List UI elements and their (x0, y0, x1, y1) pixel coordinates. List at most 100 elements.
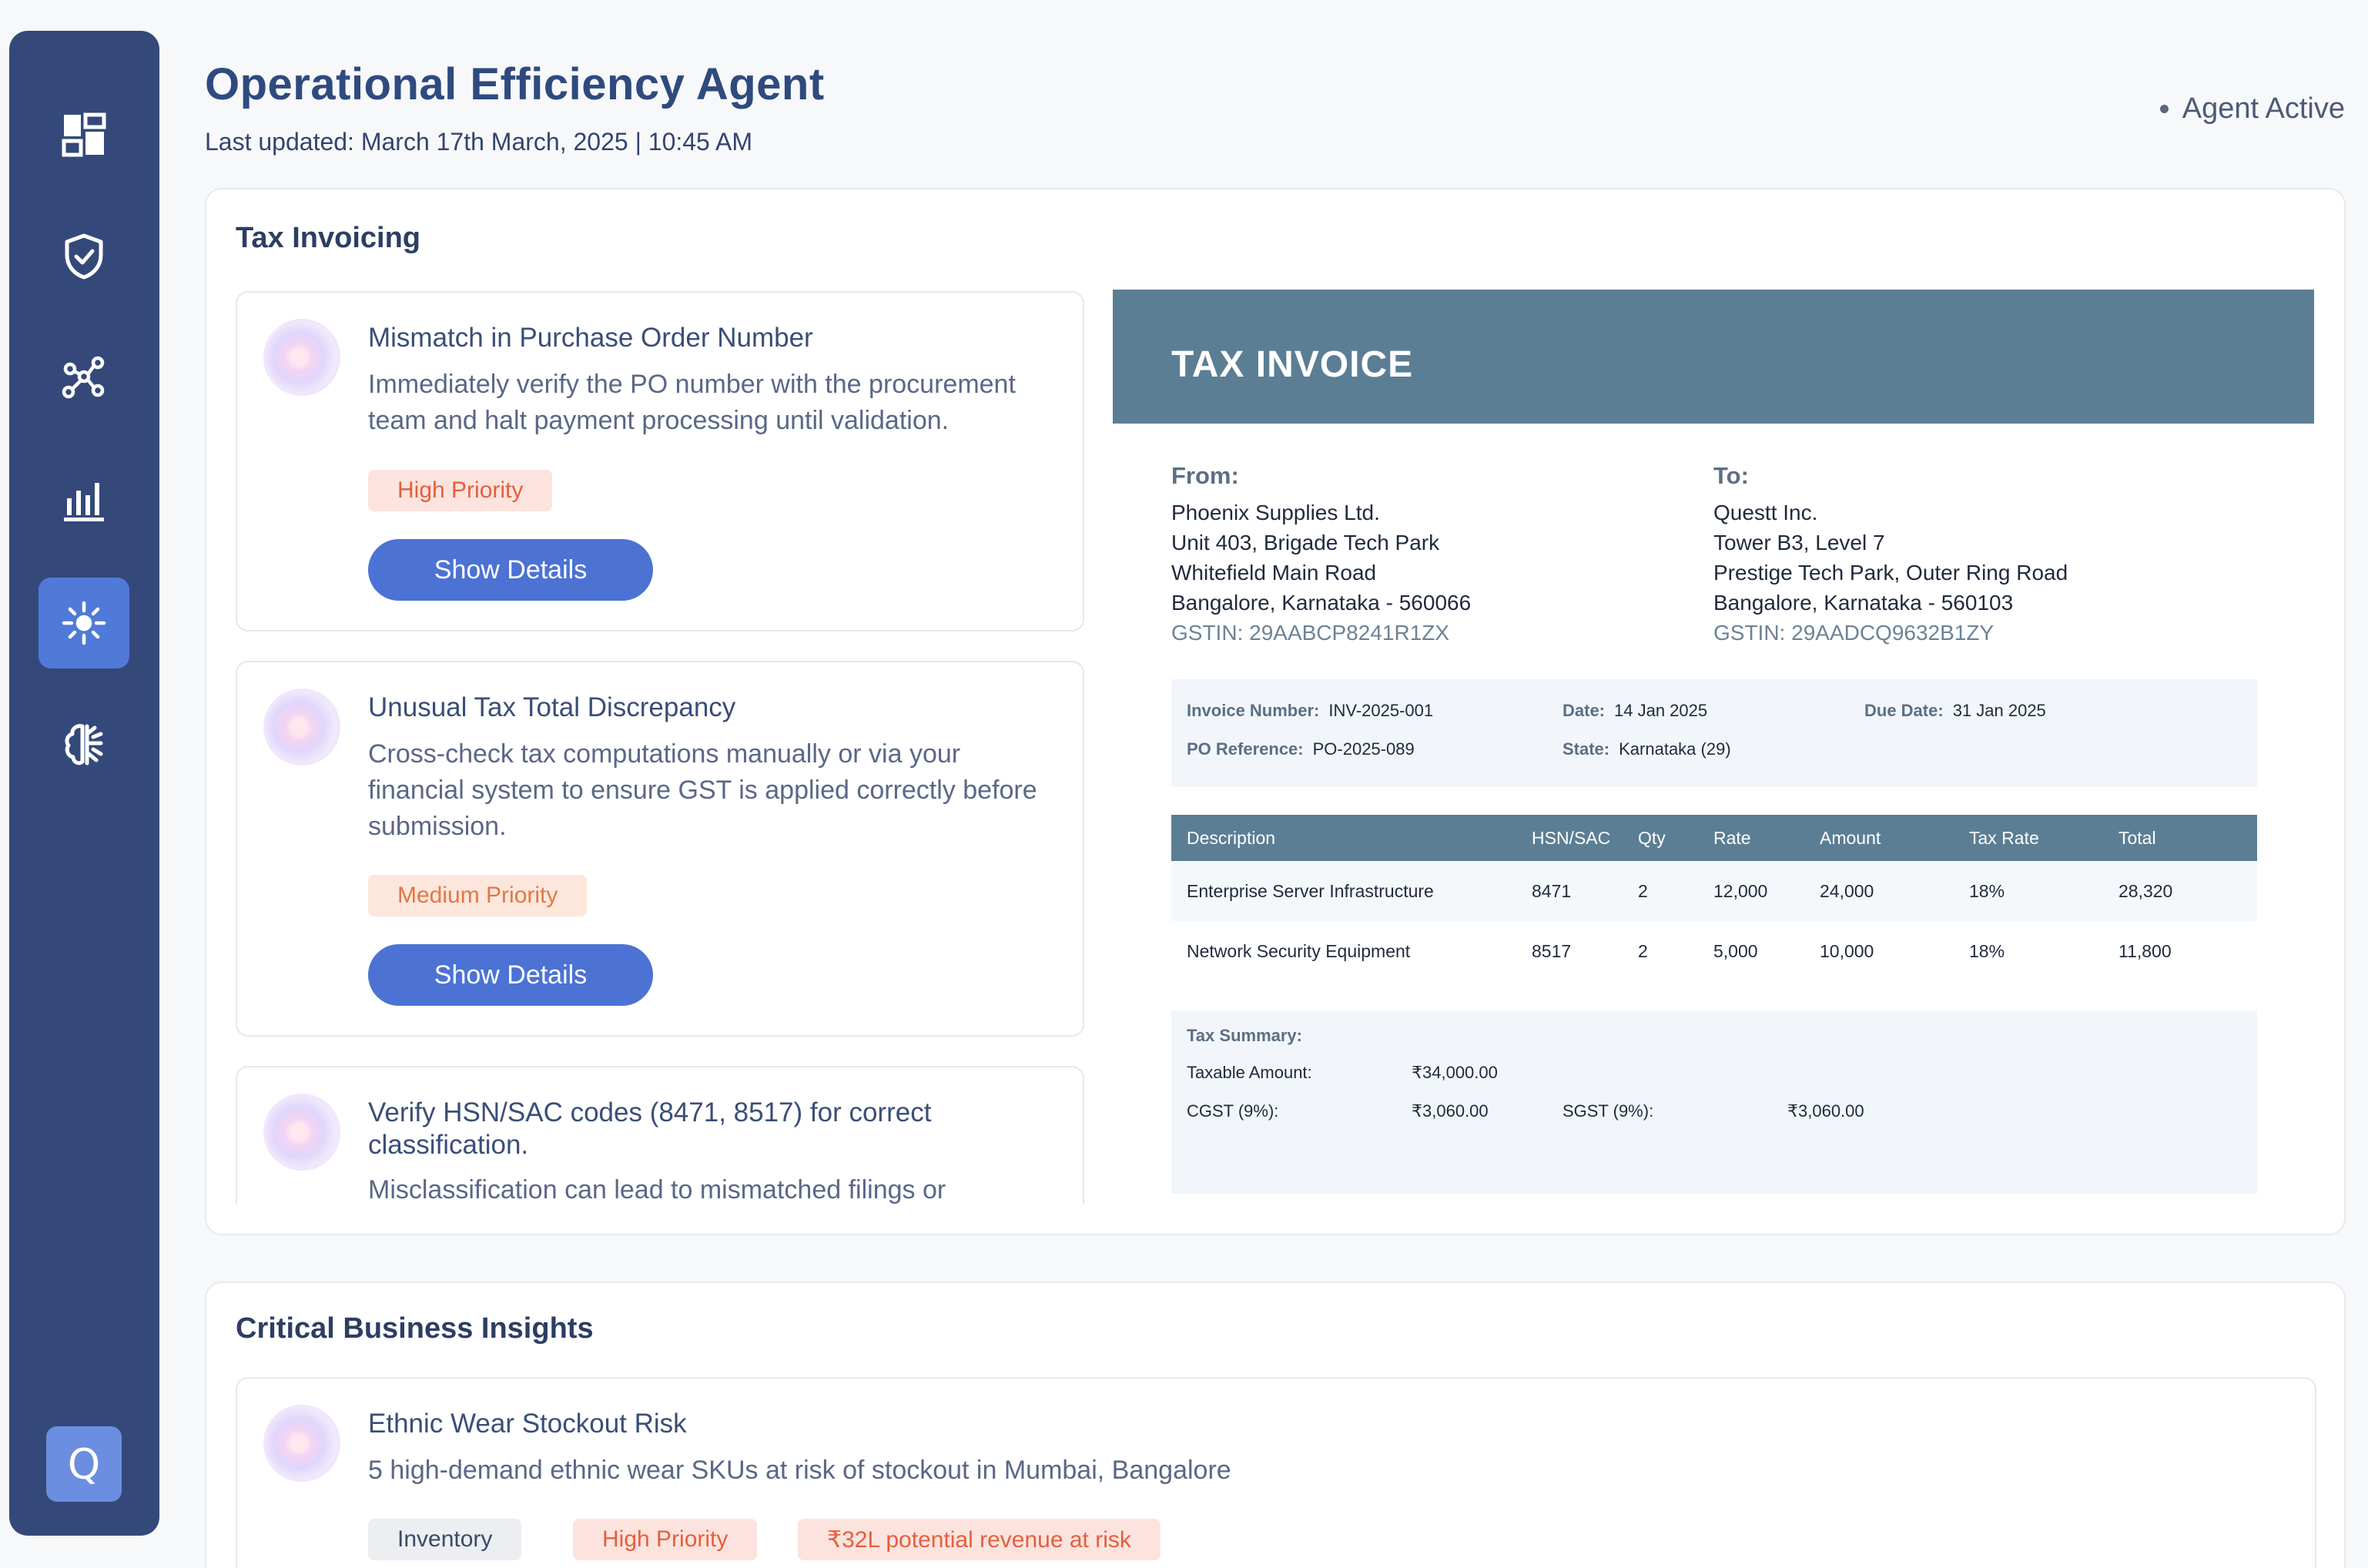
meta-date: Date: 14 Jan 2025 (1562, 701, 1708, 720)
table-cell: Network Security Equipment (1187, 940, 1411, 961)
category-tag: Inventory (368, 1519, 522, 1560)
nav-analytics[interactable] (39, 454, 129, 545)
table-cell: 12,000 (1713, 880, 1768, 901)
invoice-title: TAX INVOICE (1171, 344, 1414, 385)
agent-orb-icon (263, 1094, 340, 1171)
sgst-label: SGST (9%): (1562, 1101, 1654, 1121)
agent-status: Agent Active (2159, 92, 2345, 126)
agent-orb-icon (263, 689, 340, 766)
table-cell: 2 (1638, 940, 1648, 961)
show-details-button[interactable]: Show Details (368, 944, 653, 1006)
alert-card: Verify HSN/SAC codes (8471, 8517) for co… (236, 1066, 1084, 1204)
panel-title: Critical Business Insights (236, 1312, 594, 1345)
column-header: Total (2118, 827, 2156, 848)
agent-orb-icon (263, 1405, 340, 1482)
from-label: From: (1171, 462, 1239, 489)
card-title: Verify HSN/SAC codes (8471, 8517) for co… (368, 1097, 932, 1160)
taxable-amount-label: Taxable Amount: (1187, 1063, 1312, 1082)
table-cell: 28,320 (2118, 880, 2173, 901)
priority-badge: High Priority (368, 470, 553, 511)
table-cell: 8471 (1532, 880, 1572, 901)
panel-title: Tax Invoicing (236, 222, 421, 254)
nav-network[interactable] (39, 333, 129, 424)
priority-badge: Medium Priority (368, 875, 588, 916)
brain-icon (65, 724, 103, 766)
meta-po-reference: PO Reference: PO-2025-089 (1187, 739, 1415, 759)
to-line: Prestige Tech Park, Outer Ring Road (1713, 561, 2068, 585)
agent-orb-icon (263, 319, 340, 396)
page-title: Operational Efficiency Agent (205, 59, 825, 109)
meta-due-date: Due Date: 31 Jan 2025 (1864, 701, 2046, 720)
invoice-from: From: Phoenix Supplies Ltd. Unit 403, Br… (1171, 461, 1471, 648)
card-title: Ethnic Wear Stockout Risk (368, 1409, 687, 1439)
from-line: Unit 403, Brigade Tech Park (1171, 531, 1440, 554)
from-line: Phoenix Supplies Ltd. (1171, 501, 1380, 524)
nav-compliance[interactable] (39, 211, 129, 302)
to-line: Questt Inc. (1713, 501, 1818, 524)
to-gstin: GSTIN: 29AADCQ9632B1ZY (1713, 621, 1995, 645)
to-line: Tower B3, Level 7 (1713, 531, 1885, 554)
column-header: Rate (1713, 827, 1751, 848)
meta-state: State: Karnataka (29) (1562, 739, 1731, 759)
cgst-value: ₹3,060.00 (1412, 1101, 1489, 1121)
tax-summary-title: Tax Summary: (1187, 1026, 1302, 1045)
shield-check-icon (65, 233, 103, 280)
table-cell: 10,000 (1820, 940, 1874, 961)
table-cell: 18% (1969, 880, 2005, 901)
invoice-table: Description HSN/SAC Qty Rate Amount Tax … (1171, 815, 2257, 981)
assistant-button[interactable]: Q (46, 1426, 122, 1502)
nav-dashboard[interactable] (39, 89, 129, 180)
table-cell: 5,000 (1713, 940, 1758, 961)
invoice-meta: Invoice Number: INV-2025-001 Date: 14 Jan … (1171, 679, 2257, 787)
column-header: HSN/SAC (1532, 827, 1611, 848)
table-cell: 24,000 (1820, 880, 1874, 901)
invoice-to: To: Questt Inc. Tower B3, Level 7 Presti… (1713, 461, 2068, 648)
card-title: Unusual Tax Total Discrepancy (368, 692, 736, 722)
table-cell: 2 (1638, 880, 1648, 901)
revenue-risk-tag: ₹32L potential revenue at risk (798, 1519, 1161, 1560)
table-cell: 11,800 (2118, 940, 2172, 961)
sidebar: Q (9, 31, 159, 1536)
from-line: Whitefield Main Road (1171, 561, 1377, 585)
card-text: Immediately verify the PO number with th… (368, 370, 1016, 435)
tax-invoice-document: TAX INVOICE From: Phoenix Supplies Ltd. … (1113, 290, 2314, 1214)
alert-card: Unusual Tax Total Discrepancy Cross-chec… (236, 661, 1084, 1037)
column-header: Amount (1820, 827, 1881, 848)
table-row: Network Security Equipment 8517 2 5,000 … (1171, 921, 2257, 981)
card-text: Misclassification can lead to mismatched… (368, 1175, 946, 1204)
insights-panel: Critical Business Insights Ethnic Wear S… (205, 1282, 2346, 1568)
dashboard-icon (62, 112, 106, 157)
network-icon (62, 356, 105, 399)
tax-summary: Tax Summary: Taxable Amount: ₹34,000.00 … (1171, 1010, 2257, 1194)
sparkle-icon (62, 601, 106, 645)
table-cell: 18% (1969, 940, 2005, 961)
card-text: Cross-check tax computations manually or… (368, 739, 1037, 841)
alert-card: Mismatch in Purchase Order Number Immedi… (236, 291, 1084, 632)
table-row: Enterprise Server Infrastructure 8471 2 … (1171, 861, 2257, 921)
card-text: 5 high-demand ethnic wear SKUs at risk o… (368, 1456, 1231, 1485)
from-gstin: GSTIN: 29AABCP8241R1ZX (1171, 621, 1450, 645)
table-cell: 8517 (1532, 940, 1572, 961)
status-dot-icon (2159, 105, 2169, 113)
cgst-label: CGST (9%): (1187, 1101, 1279, 1121)
table-cell: Enterprise Server Infrastructure (1187, 880, 1434, 901)
bar-chart-icon (64, 483, 104, 521)
agent-status-label: Agent Active (2182, 92, 2345, 125)
meta-invoice-number: Invoice Number: INV-2025-001 (1187, 701, 1434, 720)
nav-agent[interactable] (39, 578, 129, 668)
to-label: To: (1713, 462, 1749, 489)
show-details-button[interactable]: Show Details (368, 539, 653, 601)
taxable-amount-value: ₹34,000.00 (1412, 1063, 1498, 1082)
table-header: Description HSN/SAC Qty Rate Amount Tax … (1171, 815, 2257, 861)
column-header: Description (1187, 827, 1276, 848)
column-header: Qty (1638, 827, 1666, 848)
from-line: Bangalore, Karnataka - 560066 (1171, 591, 1472, 615)
last-updated: Last updated: March 17th March, 2025 | 1… (205, 128, 752, 156)
column-header: Tax Rate (1969, 827, 2039, 848)
to-line: Bangalore, Karnataka - 560103 (1713, 591, 2014, 615)
insight-card: Ethnic Wear Stockout Risk 5 high-demand … (236, 1377, 2316, 1568)
sgst-value: ₹3,060.00 (1787, 1101, 1864, 1121)
invoice-header: TAX INVOICE (1113, 290, 2314, 424)
priority-badge: High Priority (573, 1519, 758, 1560)
nav-intelligence[interactable] (39, 699, 129, 790)
